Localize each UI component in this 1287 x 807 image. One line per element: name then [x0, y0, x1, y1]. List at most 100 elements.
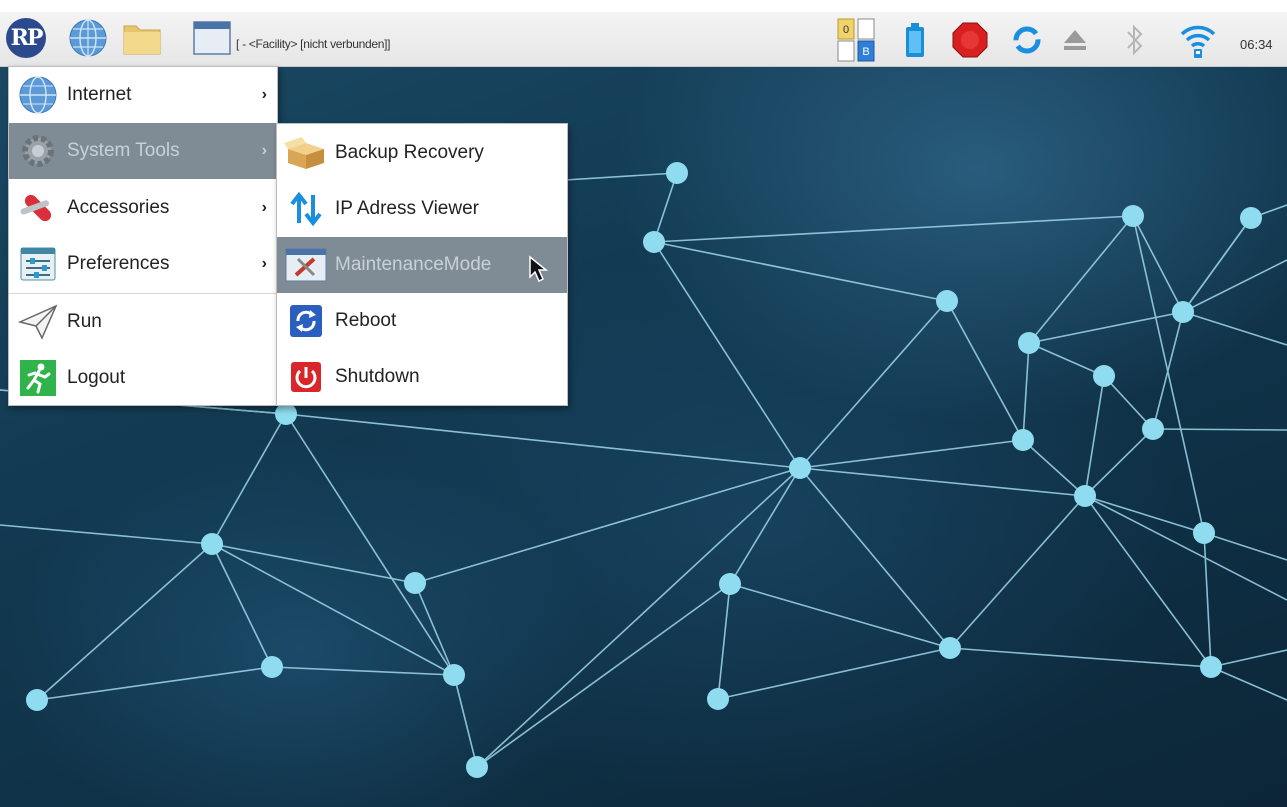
wifi-button[interactable] — [1176, 20, 1220, 60]
network-link — [1182, 311, 1287, 346]
network-link — [949, 647, 1212, 668]
battery-icon — [906, 23, 924, 57]
network-link — [1132, 215, 1184, 313]
menu-item-label: Run — [67, 311, 102, 332]
menu-item-logout[interactable]: Logout — [9, 350, 277, 406]
network-link — [1084, 495, 1287, 601]
keyboard-top-label: 0 — [843, 24, 849, 36]
network-node — [643, 231, 665, 253]
globe-icon — [15, 72, 61, 118]
menu-item-backup-recovery[interactable]: Backup Recovery — [277, 125, 567, 181]
sync-button[interactable] — [1010, 20, 1044, 60]
top-strip — [0, 0, 1287, 12]
network-link — [949, 495, 1086, 649]
network-node — [201, 533, 223, 555]
network-node — [789, 457, 811, 479]
wifi-icon — [1180, 25, 1216, 58]
gear-icon — [15, 128, 61, 174]
network-link — [1210, 649, 1287, 668]
network-link — [1182, 217, 1252, 313]
network-link — [1132, 215, 1205, 534]
system-tools-submenu: Backup Recovery IP Adress Viewer Mainten… — [276, 123, 568, 406]
box-icon — [283, 130, 329, 176]
file-manager-launcher[interactable] — [120, 16, 164, 60]
network-node — [1122, 205, 1144, 227]
network-node — [1240, 207, 1262, 229]
network-link — [453, 674, 478, 768]
network-node — [707, 688, 729, 710]
network-link — [271, 666, 455, 676]
eject-button[interactable] — [1058, 20, 1092, 60]
menu-item-system-tools[interactable]: System Tools › — [9, 123, 277, 179]
clock[interactable]: 06:34 — [1240, 37, 1273, 52]
network-link — [1210, 666, 1287, 701]
network-node — [666, 162, 688, 184]
taskbar-window-button[interactable] — [190, 16, 234, 60]
menu-item-internet[interactable]: Internet › — [9, 67, 277, 123]
network-link — [1028, 215, 1134, 344]
app-menu-button[interactable]: RP — [4, 16, 48, 60]
keyboard-indicator-icon: 0 B — [837, 18, 875, 62]
network-link — [414, 582, 455, 676]
submenu-arrow-icon: › — [261, 86, 267, 103]
submenu-arrow-icon: › — [261, 142, 267, 159]
network-node — [404, 572, 426, 594]
network-link — [946, 300, 1024, 441]
bluetooth-button[interactable] — [1118, 20, 1152, 60]
network-node — [1093, 365, 1115, 387]
network-link — [1028, 342, 1105, 377]
network-node — [26, 689, 48, 711]
network-link — [717, 647, 951, 700]
eject-icon — [1064, 30, 1086, 50]
network-link — [653, 215, 1134, 243]
menu-item-label: Shutdown — [335, 366, 420, 387]
network-link — [1022, 342, 1030, 441]
taskbar: RP [ - <Facility> [nicht verbunden]] 0 B… — [0, 12, 1287, 67]
window-icon — [193, 21, 231, 55]
network-link — [1203, 532, 1287, 561]
network-node — [1193, 522, 1215, 544]
network-link — [1182, 259, 1287, 313]
menu-item-label: Logout — [67, 367, 126, 388]
menu-item-accessories[interactable]: Accessories › — [9, 180, 277, 236]
menu-item-maintenance-mode[interactable]: MaintenanceMode — [277, 237, 567, 293]
folder-icon — [123, 25, 161, 55]
menu-item-label: Preferences — [67, 253, 170, 274]
menu-item-run[interactable]: Run — [9, 294, 277, 350]
power-icon — [283, 354, 329, 400]
submenu-arrow-icon: › — [261, 199, 267, 216]
network-link — [1084, 428, 1154, 497]
network-node — [1012, 429, 1034, 451]
reboot-icon — [283, 298, 329, 344]
network-node — [261, 656, 283, 678]
menu-item-preferences[interactable]: Preferences › — [9, 236, 277, 292]
menu-item-ip-adress-viewer[interactable]: IP Adress Viewer — [277, 181, 567, 237]
network-link — [717, 583, 731, 700]
battery-indicator[interactable] — [900, 20, 930, 60]
network-link — [211, 543, 273, 668]
up-down-arrows-icon — [283, 186, 329, 232]
window-title[interactable]: [ - <Facility> [nicht verbunden]] — [236, 37, 390, 51]
network-link — [1084, 495, 1212, 668]
network-link — [653, 241, 948, 302]
network-link — [211, 413, 287, 545]
menu-item-label: IP Adress Viewer — [335, 198, 479, 219]
browser-launcher[interactable] — [66, 16, 110, 60]
network-link — [476, 583, 731, 768]
network-node — [719, 573, 741, 595]
network-link — [1203, 532, 1212, 668]
running-man-icon — [15, 355, 61, 401]
keyboard-indicator[interactable]: 0 B — [833, 18, 881, 62]
network-link — [1084, 375, 1105, 497]
network-node — [1018, 332, 1040, 354]
network-node — [1074, 485, 1096, 507]
network-node — [1142, 418, 1164, 440]
network-link — [799, 439, 1024, 469]
network-link — [799, 300, 948, 469]
network-node — [939, 637, 961, 659]
network-link — [211, 543, 416, 584]
menu-item-reboot[interactable]: Reboot — [277, 293, 567, 349]
paper-plane-icon — [15, 299, 61, 345]
menu-item-shutdown[interactable]: Shutdown — [277, 349, 567, 405]
stop-button[interactable] — [950, 20, 990, 60]
